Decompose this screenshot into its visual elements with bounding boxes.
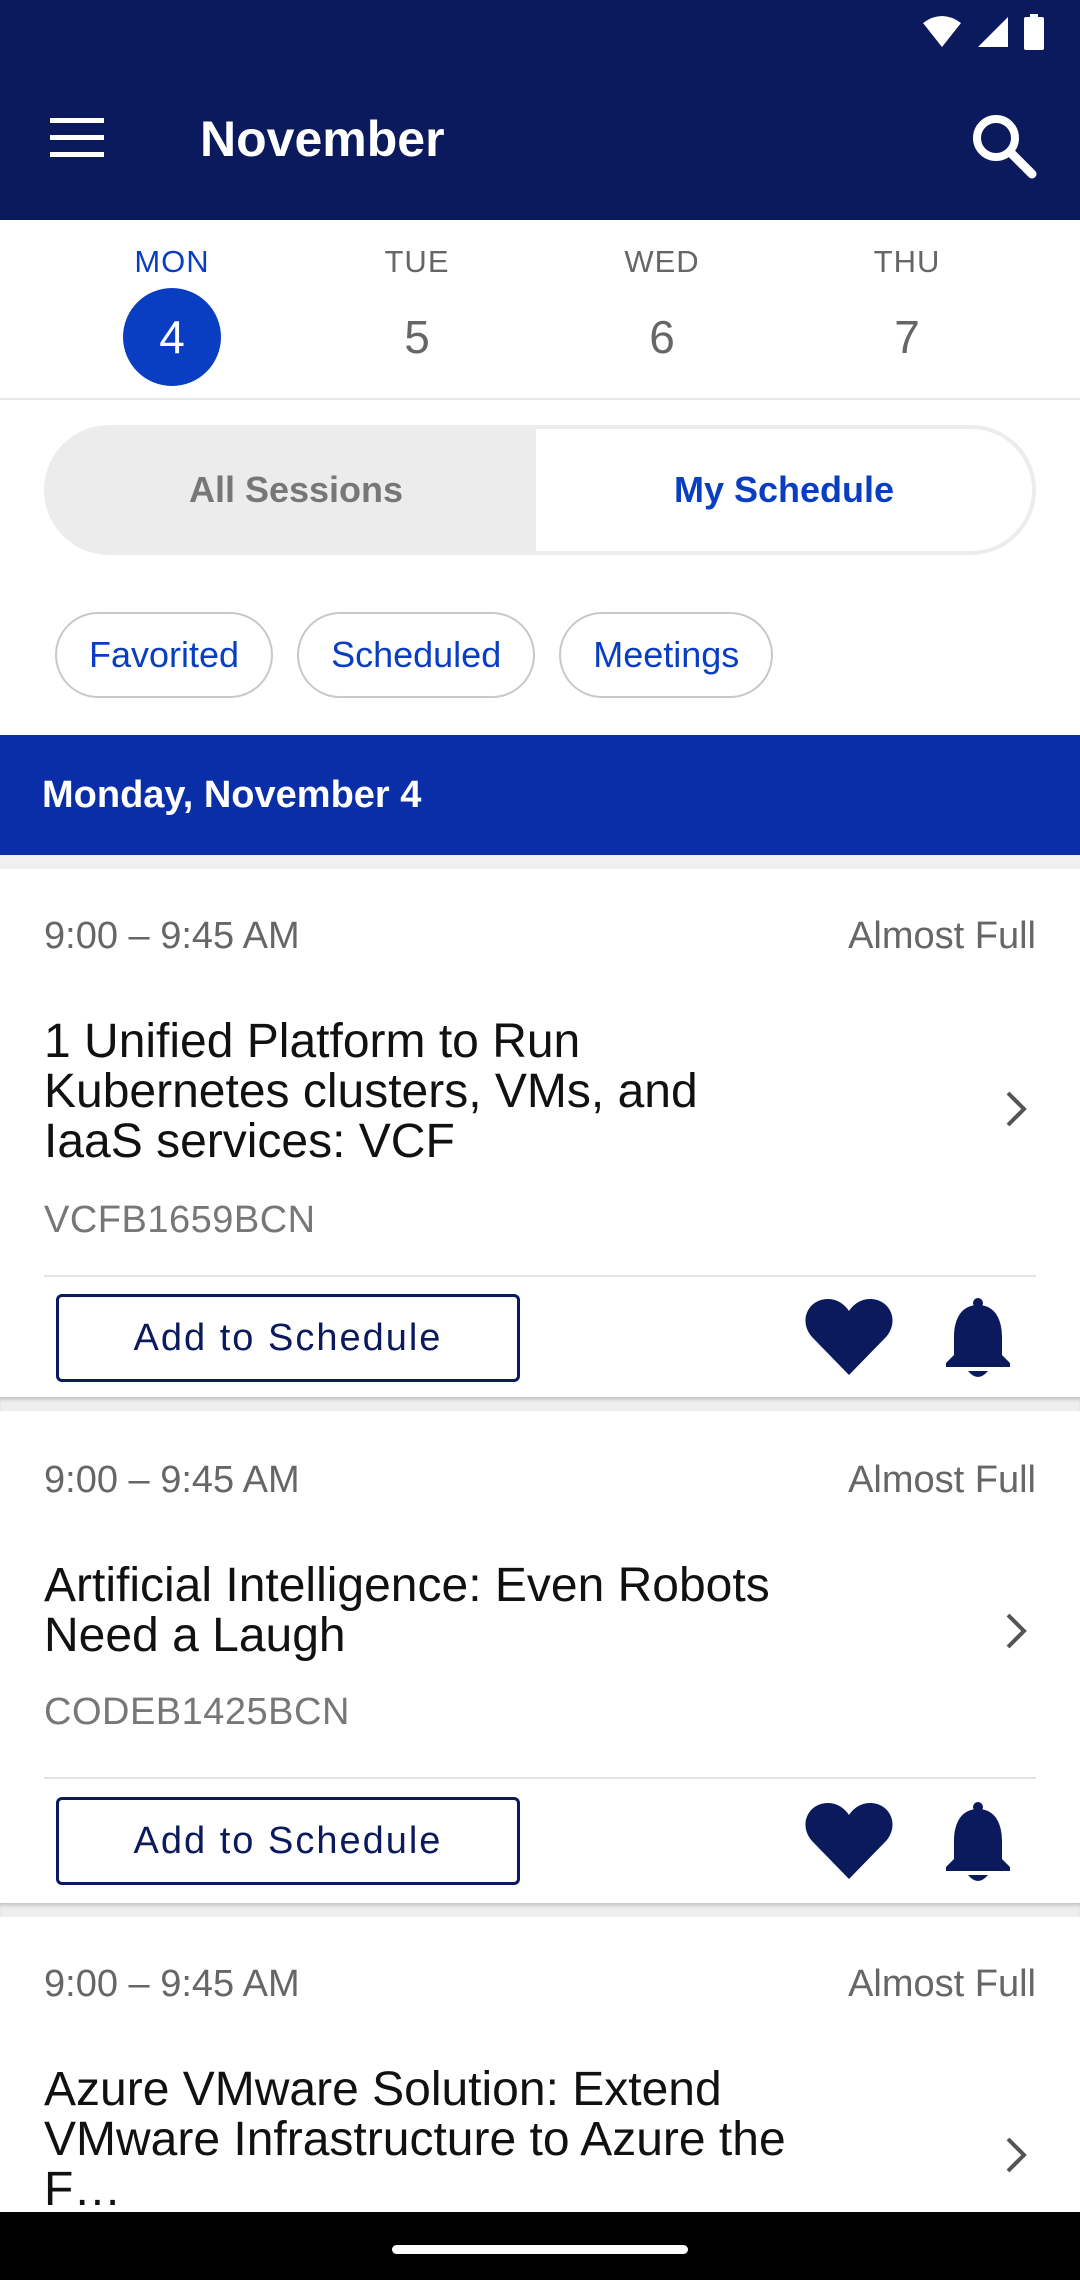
bell-icon[interactable] bbox=[938, 1801, 1018, 1885]
chip-scheduled[interactable]: Scheduled bbox=[297, 612, 536, 698]
heart-icon[interactable] bbox=[804, 1297, 894, 1377]
divider bbox=[44, 1777, 1036, 1779]
session-segment-control: All Sessions My Schedule bbox=[44, 425, 1036, 555]
add-to-schedule-button[interactable]: Add to Schedule bbox=[56, 1294, 520, 1382]
day-number: 6 bbox=[649, 311, 675, 363]
session-card: 9:00 – 9:45 AM Almost Full 1 Unified Pla… bbox=[0, 869, 1080, 1397]
divider bbox=[0, 1903, 1080, 1917]
bell-icon[interactable] bbox=[938, 1297, 1018, 1381]
session-availability: Almost Full bbox=[848, 915, 1036, 957]
session-availability: Almost Full bbox=[848, 1963, 1036, 2005]
day-name: TUE bbox=[384, 244, 450, 279]
day-mon[interactable]: MON 4 bbox=[92, 244, 252, 386]
heart-icon[interactable] bbox=[804, 1801, 894, 1881]
page-title: November bbox=[200, 111, 445, 167]
battery-icon bbox=[1024, 14, 1044, 50]
date-header: Monday, November 4 bbox=[0, 735, 1080, 855]
status-bar bbox=[922, 14, 1044, 50]
home-gesture-handle[interactable] bbox=[392, 2245, 688, 2254]
day-name: WED bbox=[624, 244, 700, 279]
divider bbox=[44, 1275, 1036, 1277]
divider bbox=[0, 1397, 1080, 1411]
session-card: 9:00 – 9:45 AM Almost Full Artificial In… bbox=[0, 1411, 1080, 1903]
search-icon bbox=[973, 115, 1037, 179]
divider bbox=[0, 855, 1080, 869]
session-title[interactable]: Azure VMware Solution: Extend VMware Inf… bbox=[44, 2065, 804, 2213]
session-code: VCFB1659BCN bbox=[44, 1199, 316, 1241]
tab-my-schedule[interactable]: My Schedule bbox=[536, 429, 1032, 551]
session-card: 9:00 – 9:45 AM Almost Full Azure VMware … bbox=[0, 1917, 1080, 2212]
day-wed[interactable]: WED 6 bbox=[582, 244, 742, 386]
day-number: 5 bbox=[404, 311, 430, 363]
day-thu[interactable]: THU 7 bbox=[827, 244, 987, 386]
session-code: CODEB1425BCN bbox=[44, 1691, 350, 1733]
session-time: 9:00 – 9:45 AM bbox=[44, 915, 300, 957]
day-selector: MON 4 TUE 5 WED 6 THU 7 bbox=[0, 220, 1080, 400]
day-number: 7 bbox=[894, 311, 920, 363]
filter-chips: Favorited Scheduled Meetings bbox=[55, 612, 774, 698]
add-to-schedule-button[interactable]: Add to Schedule bbox=[56, 1797, 520, 1885]
day-number: 4 bbox=[123, 288, 221, 386]
chevron-right-icon[interactable] bbox=[996, 2135, 1036, 2175]
chevron-right-icon[interactable] bbox=[996, 1089, 1036, 1129]
chip-meetings[interactable]: Meetings bbox=[559, 612, 774, 698]
session-title[interactable]: 1 Unified Platform to Run Kubernetes clu… bbox=[44, 1017, 804, 1167]
session-availability: Almost Full bbox=[848, 1459, 1036, 1501]
search-button[interactable] bbox=[970, 112, 1040, 182]
day-tue[interactable]: TUE 5 bbox=[337, 244, 497, 386]
menu-icon bbox=[50, 118, 104, 157]
tab-all-sessions[interactable]: All Sessions bbox=[48, 429, 544, 551]
session-title[interactable]: Artificial Intelligence: Even Robots Nee… bbox=[44, 1561, 804, 1661]
chip-favorited[interactable]: Favorited bbox=[55, 612, 274, 698]
session-time: 9:00 – 9:45 AM bbox=[44, 1963, 300, 2005]
menu-button[interactable] bbox=[50, 118, 104, 158]
signal-icon bbox=[978, 17, 1008, 47]
chevron-right-icon[interactable] bbox=[996, 1611, 1036, 1651]
day-name: THU bbox=[873, 244, 941, 279]
app-header: November bbox=[0, 0, 1080, 220]
wifi-icon bbox=[923, 16, 961, 47]
day-name: MON bbox=[134, 244, 210, 279]
session-time: 9:00 – 9:45 AM bbox=[44, 1459, 300, 1501]
